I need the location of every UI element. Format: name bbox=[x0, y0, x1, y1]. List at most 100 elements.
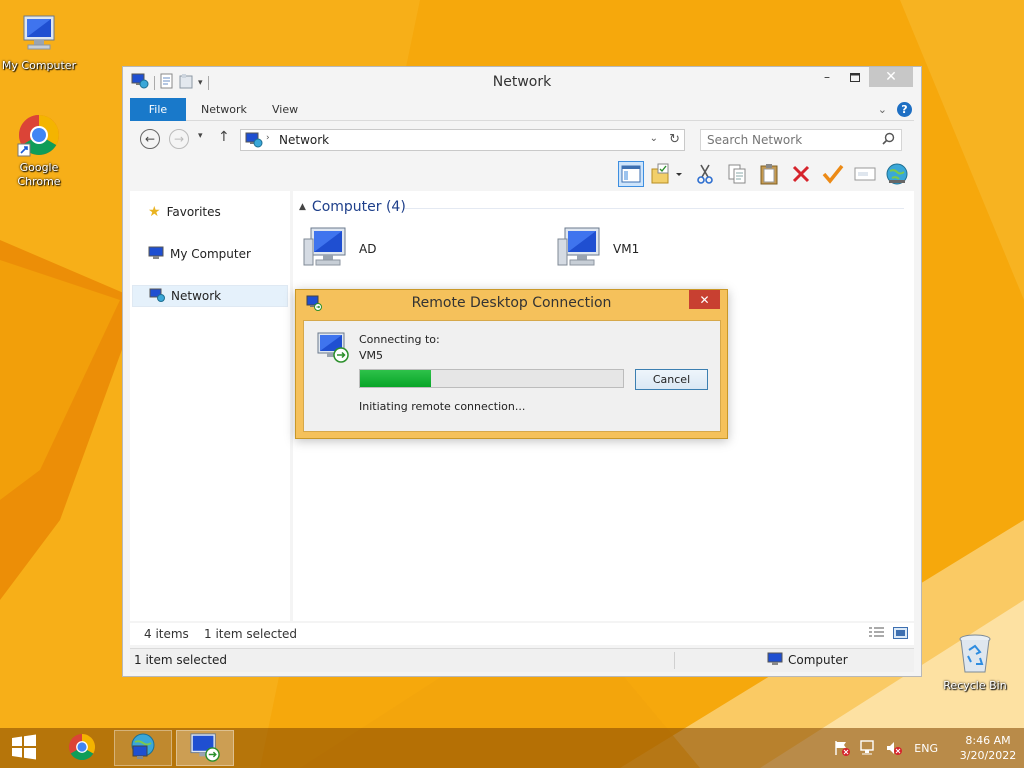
address-location: Network bbox=[279, 133, 330, 147]
recycle-bin-icon bbox=[952, 630, 998, 676]
nav-item-favorites[interactable]: ★ Favorites bbox=[132, 201, 288, 223]
desktop-icon-label: Google Chrome bbox=[17, 161, 61, 188]
tab-network[interactable]: Network bbox=[201, 98, 247, 121]
paste-icon[interactable] bbox=[756, 161, 782, 187]
desktop-icon-label: My Computer bbox=[1, 59, 77, 72]
group-header-label: Computer (4) bbox=[311, 199, 406, 215]
clock[interactable]: 8:46 AM 3/20/2022 bbox=[952, 733, 1024, 763]
ribbon-tabs: File Network View ⌄ ? bbox=[130, 98, 914, 121]
start-button[interactable] bbox=[0, 728, 48, 768]
search-input[interactable] bbox=[707, 133, 872, 147]
collapse-triangle-icon: ▲ bbox=[299, 202, 306, 212]
desktop-icon-recycle-bin[interactable]: Recycle Bin bbox=[933, 630, 1017, 693]
desktop-icon-my-computer[interactable]: My Computer bbox=[0, 10, 81, 73]
desktop-icon-label: Recycle Bin bbox=[943, 679, 1007, 692]
taskbar-remote-desktop[interactable] bbox=[176, 730, 234, 766]
network-icon bbox=[245, 132, 263, 151]
navigation-pane: ★ Favorites My Computer Network bbox=[130, 191, 290, 621]
list-item[interactable]: VM1 bbox=[557, 225, 639, 272]
window-title: Network bbox=[492, 74, 552, 90]
tab-file[interactable]: File bbox=[130, 98, 186, 121]
cut-icon[interactable] bbox=[692, 161, 718, 187]
computer-icon bbox=[148, 246, 164, 263]
volume-muted-icon[interactable] bbox=[884, 738, 904, 758]
expand-ribbon-icon[interactable]: ⌄ bbox=[878, 103, 887, 116]
remote-desktop-icon bbox=[189, 732, 221, 765]
nav-item-label: Favorites bbox=[166, 205, 221, 219]
nav-item-my-computer[interactable]: My Computer bbox=[132, 243, 288, 265]
status-zone: Computer bbox=[788, 653, 848, 667]
nav-item-label: Network bbox=[171, 289, 222, 303]
command-toolbar bbox=[130, 157, 914, 191]
dialog-title: Remote Desktop Connection bbox=[411, 295, 612, 311]
connecting-label: Connecting to: bbox=[359, 333, 440, 346]
recent-locations-icon[interactable]: ▾ bbox=[198, 131, 203, 141]
network-status-icon[interactable] bbox=[858, 738, 878, 758]
system-tray: ENG 8:46 AM 3/20/2022 bbox=[832, 728, 1024, 768]
connection-status: Initiating remote connection... bbox=[359, 400, 526, 413]
nav-item-label: My Computer bbox=[170, 247, 251, 261]
up-arrow-icon[interactable]: ↑ bbox=[218, 129, 230, 145]
help-icon[interactable]: ? bbox=[897, 102, 912, 117]
status-bar-lower: 1 item selected Computer bbox=[130, 648, 914, 672]
ribbon-right-controls: ⌄ ? bbox=[878, 102, 912, 117]
input-language[interactable]: ENG bbox=[914, 742, 938, 755]
taskbar: ENG 8:46 AM 3/20/2022 bbox=[0, 728, 1024, 768]
cancel-button[interactable]: Cancel bbox=[635, 369, 708, 390]
remote-desktop-icon bbox=[316, 331, 350, 366]
computer-icon bbox=[767, 652, 783, 669]
pane-layout-icon[interactable] bbox=[618, 161, 644, 187]
address-row: ← → ▾ ↑ › Network ⌄ ↻ bbox=[130, 125, 914, 153]
status-bar-upper: 4 items 1 item selected bbox=[130, 623, 914, 645]
star-icon: ★ bbox=[148, 204, 161, 220]
action-center-flag-icon[interactable] bbox=[832, 738, 852, 758]
maximize-button[interactable] bbox=[841, 67, 869, 87]
item-count: 4 items bbox=[144, 627, 189, 641]
network-icon bbox=[149, 288, 165, 305]
forward-button[interactable]: → bbox=[169, 129, 189, 149]
back-button[interactable]: ← bbox=[140, 129, 160, 149]
delete-icon[interactable] bbox=[788, 161, 814, 187]
chrome-icon bbox=[16, 112, 62, 158]
dialog-body: Connecting to: VM5 Cancel Initiating rem… bbox=[303, 320, 721, 432]
refresh-icon[interactable]: ↻ bbox=[669, 132, 680, 147]
large-icons-view-icon[interactable] bbox=[893, 627, 908, 642]
taskbar-chrome[interactable] bbox=[58, 728, 106, 768]
remote-desktop-dialog: Remote Desktop Connection ✕ Connecting t… bbox=[295, 289, 728, 439]
computer-icon bbox=[303, 225, 351, 272]
group-header-computer[interactable]: ▲ Computer (4) bbox=[299, 199, 406, 215]
network-globe-icon bbox=[127, 732, 159, 765]
address-dropdown-icon[interactable]: ⌄ bbox=[650, 133, 658, 144]
chrome-icon bbox=[67, 732, 97, 765]
list-item[interactable]: AD bbox=[303, 225, 376, 272]
selection-count: 1 item selected bbox=[204, 627, 298, 641]
progress-fill bbox=[360, 370, 431, 387]
copy-icon[interactable] bbox=[724, 161, 750, 187]
tab-view[interactable]: View bbox=[272, 98, 298, 121]
nav-item-network[interactable]: Network bbox=[132, 285, 288, 307]
status-selection: 1 item selected bbox=[134, 653, 228, 667]
breadcrumb-chevron-icon[interactable]: › bbox=[266, 133, 270, 143]
dialog-close-button[interactable]: ✕ bbox=[689, 290, 720, 309]
clock-date: 3/20/2022 bbox=[959, 749, 1017, 762]
close-button[interactable]: ✕ bbox=[869, 67, 913, 87]
minimize-button[interactable]: – bbox=[813, 67, 841, 87]
title-bar[interactable]: ▾ Network – ✕ bbox=[123, 67, 921, 97]
toolbar-icons bbox=[618, 157, 910, 191]
desktop-icon-google-chrome[interactable]: Google Chrome bbox=[0, 112, 81, 189]
status-divider bbox=[674, 652, 675, 669]
folder-options-icon[interactable] bbox=[650, 161, 686, 187]
address-bar[interactable]: › Network ⌄ ↻ bbox=[240, 129, 685, 151]
connection-progress-bar bbox=[359, 369, 624, 388]
clock-time: 8:46 AM bbox=[965, 734, 1011, 747]
search-icon[interactable] bbox=[882, 132, 895, 148]
windows-logo-icon bbox=[11, 734, 37, 763]
rename-icon[interactable] bbox=[852, 161, 878, 187]
computer-icon bbox=[16, 10, 62, 56]
taskbar-network-explorer[interactable] bbox=[114, 730, 172, 766]
target-computer: VM5 bbox=[359, 349, 384, 362]
checkmark-icon[interactable] bbox=[820, 161, 846, 187]
details-view-icon[interactable] bbox=[869, 627, 884, 642]
computer-icon bbox=[557, 225, 605, 272]
network-globe-icon[interactable] bbox=[884, 161, 910, 187]
